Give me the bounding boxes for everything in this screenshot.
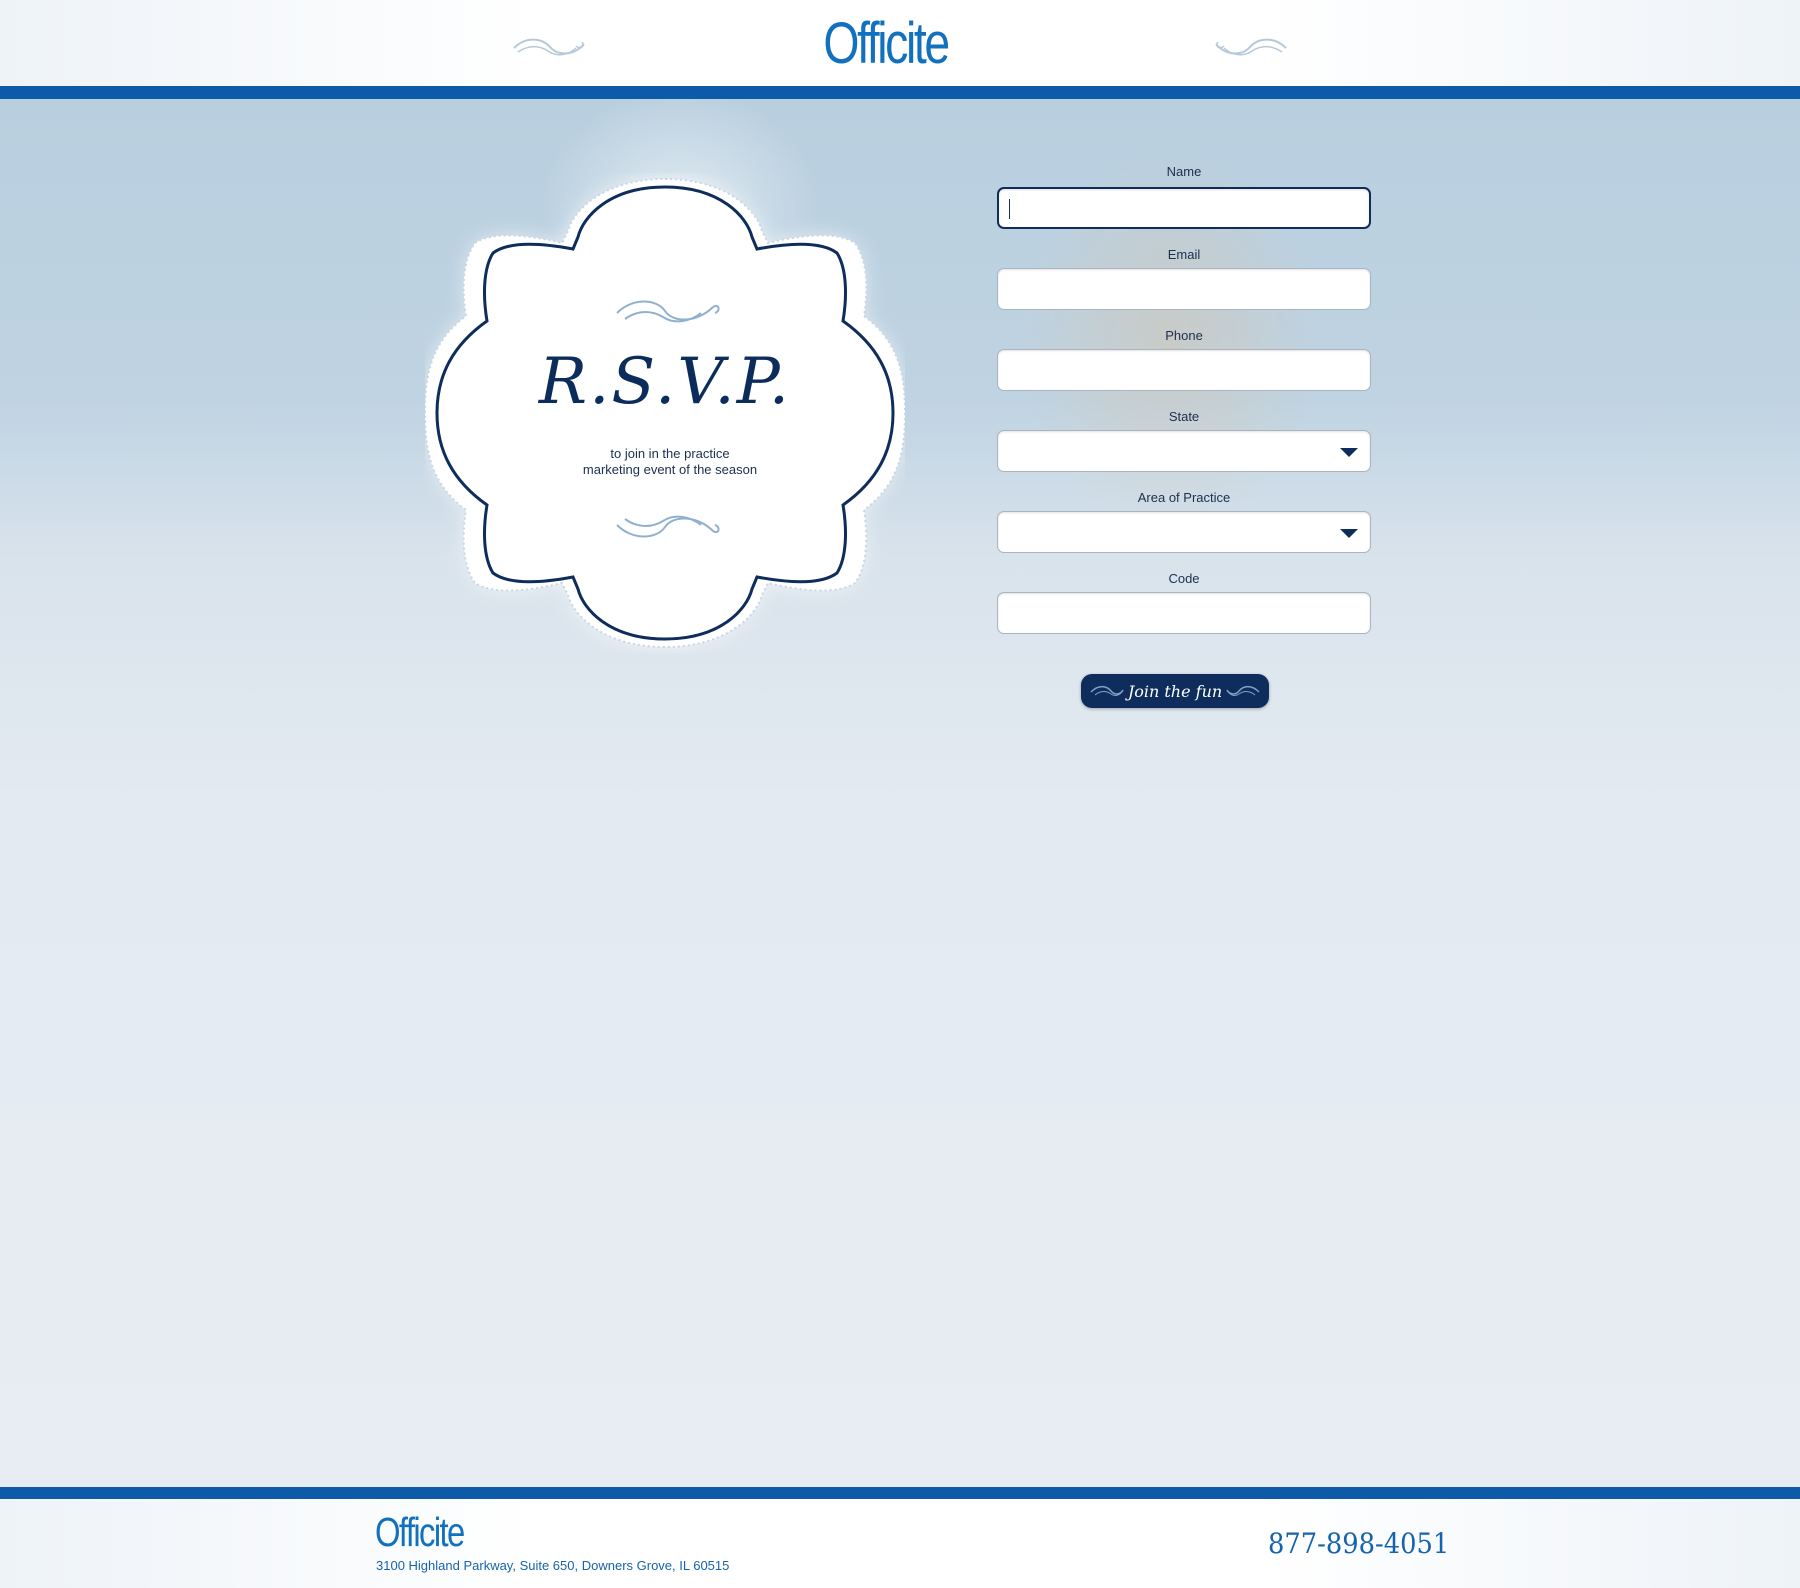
header-divider-bar	[0, 86, 1800, 99]
email-input[interactable]	[998, 269, 1370, 309]
code-field[interactable]	[997, 592, 1371, 634]
footer-address: 3100 Highland Parkway, Suite 650, Downer…	[376, 1558, 730, 1573]
practice-label: Area of Practice	[1137, 490, 1231, 505]
phone-label: Phone	[1165, 328, 1203, 343]
code-input[interactable]	[998, 593, 1370, 633]
email-field[interactable]	[997, 268, 1371, 310]
rsvp-subtitle-line2: marketing event of the season	[582, 462, 758, 477]
code-label: Code	[1168, 571, 1200, 586]
footer-logo[interactable]: Officite	[375, 1512, 465, 1553]
text-caret	[1009, 199, 1010, 219]
site-footer	[0, 1499, 1800, 1588]
phone-field[interactable]	[997, 349, 1371, 391]
flourish-icon	[1226, 685, 1260, 697]
footer-divider-bar	[0, 1487, 1800, 1499]
rsvp-subtitle: to join in the practice marketing event …	[545, 446, 795, 478]
rsvp-title: R.S.V.P.	[538, 345, 792, 419]
rsvp-subtitle-line1: to join in the practice	[610, 446, 730, 461]
name-field[interactable]	[997, 187, 1371, 229]
chevron-down-icon[interactable]	[1340, 448, 1358, 457]
name-input[interactable]	[999, 189, 1369, 227]
flourish-icon	[1090, 685, 1124, 697]
header-logo-text: Officite	[823, 11, 950, 76]
site-header: Officite	[0, 0, 1800, 86]
join-button-label: Join the fun	[1127, 681, 1223, 701]
header-logo[interactable]: Officite	[0, 14, 1800, 74]
phone-input[interactable]	[998, 350, 1370, 390]
name-label: Name	[1166, 164, 1202, 179]
join-the-fun-button[interactable]: Join the fun	[1081, 674, 1269, 708]
footer-phone[interactable]: 877-898-4051	[1268, 1527, 1449, 1560]
practice-select[interactable]	[997, 511, 1371, 553]
state-select[interactable]	[997, 430, 1371, 472]
flourish-icon	[1215, 38, 1287, 56]
email-label: Email	[1167, 247, 1201, 262]
state-label: State	[1168, 409, 1200, 424]
chevron-down-icon[interactable]	[1340, 529, 1358, 538]
